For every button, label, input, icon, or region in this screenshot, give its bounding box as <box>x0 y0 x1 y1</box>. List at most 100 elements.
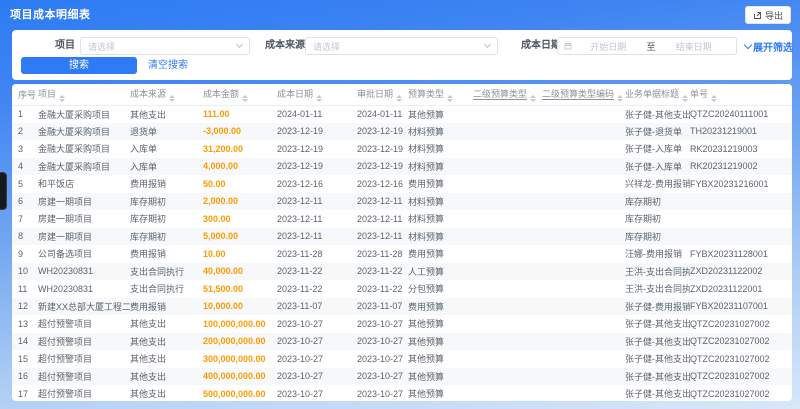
cell-sub_budget_type <box>473 140 542 158</box>
cell-amount: 400,000,000.00 <box>203 371 266 382</box>
cell-sub_budget_type <box>473 350 542 368</box>
cell-budget_type: 材料预算 <box>408 144 445 155</box>
cell-sub_budget_type <box>473 228 542 246</box>
cell-sub_budget_code <box>542 333 625 351</box>
cell-sub_budget_code <box>542 228 625 246</box>
cost-source-select-placeholder: 请选择 <box>313 41 341 52</box>
column-header-doc_no[interactable]: 单号 <box>690 84 792 106</box>
filter-panel: 项目 请选择 成本来源 请选择 成本日期 开始日期 至 结束日期 展开筛选 搜索… <box>12 30 793 80</box>
cell-approval_date: 2023-12-19 <box>357 126 404 137</box>
cell-budget_type: 其他预算 <box>408 389 445 400</box>
table-row: 8 房建一期项目 库存期初 5,000.00 2023-12-11 2023-12-11 材… <box>12 227 792 246</box>
cell-approval_date: 2023-10-27 <box>357 353 404 364</box>
cell-no: 5 <box>18 178 24 189</box>
cell-doc_title: 汪娜-费用报销 <box>625 249 682 260</box>
cell-approval_date: 2023-10-27 <box>357 371 404 382</box>
cell-amount: 500,000,000.00 <box>203 388 266 399</box>
cell-project: 超付预警项目 <box>38 336 93 347</box>
cell-project: 新建XX总部大厦工程二期 <box>38 301 130 312</box>
search-button[interactable]: 搜索 <box>21 57 137 74</box>
cell-cost_date: 2023-12-11 <box>277 231 323 242</box>
cell-approval_date: 2023-12-11 <box>357 231 403 242</box>
cell-sub_budget_code <box>542 175 625 193</box>
cost-source-select[interactable]: 请选择 <box>305 37 498 55</box>
table-row: 10 WH20230831 支出合同执行 40,000.00 2023-11-22 202… <box>12 262 792 280</box>
column-header-sub_budget_code[interactable]: 二级预算类型编码 <box>542 84 625 106</box>
sort-icon <box>59 94 66 102</box>
table-row: 16 超付预警项目 其他支出 400,000,000.00 2023-10-27 2023… <box>12 367 792 385</box>
cost-date-range-input[interactable]: 开始日期 至 结束日期 <box>557 37 737 55</box>
cell-cost_date: 2023-12-19 <box>277 143 324 154</box>
column-header-cost_date[interactable]: 成本日期 <box>277 84 357 106</box>
column-header-amount[interactable]: 成本金额 <box>203 84 277 106</box>
export-button[interactable]: 导出 <box>744 6 791 24</box>
table-row: 4 金融大厦采购项目 入库单 4,000.00 2023-12-19 2023-12-19… <box>12 157 792 176</box>
cell-no: 8 <box>18 231 24 242</box>
cell-doc_no: QTZC20231027002 <box>690 388 770 399</box>
cell-project: 房建一期项目 <box>38 196 93 207</box>
cell-source: 入库单 <box>130 161 158 172</box>
cell-doc_no: FYBX20231128001 <box>690 248 768 259</box>
cell-sub_budget_type <box>473 385 542 401</box>
drawer-handle[interactable] <box>0 172 7 210</box>
cell-no: 2 <box>18 126 24 137</box>
cell-doc_no: QTZC20231027002 <box>690 318 770 329</box>
sort-icon <box>242 94 249 102</box>
sort-icon <box>396 94 403 102</box>
sort-icon <box>316 94 323 102</box>
cell-sub_budget_code <box>542 298 625 316</box>
table-row: 5 和平饭店 费用报销 50.00 2023-12-16 2023-12-16 费用预算 兴祥… <box>12 175 792 193</box>
cell-sub_budget_type <box>473 158 542 176</box>
cell-approval_date: 2024-01-11 <box>357 109 403 119</box>
cell-sub_budget_code <box>542 280 625 298</box>
column-header-doc_title[interactable]: 业务单据标题 <box>625 84 690 106</box>
cell-doc_title: 张子健-其他支出 <box>625 389 690 400</box>
column-header-sub_budget_type[interactable]: 二级预算类型 <box>473 84 542 106</box>
column-header-project[interactable]: 项目 <box>38 84 130 106</box>
cell-amount: 51,500.00 <box>203 283 244 294</box>
cell-no: 11 <box>18 283 28 294</box>
cell-budget_type: 材料预算 <box>408 126 445 137</box>
cell-sub_budget_type <box>473 315 542 333</box>
cell-project: 房建一期项目 <box>38 214 93 225</box>
cell-doc_title: 库存期初 <box>625 214 662 225</box>
cell-doc_title: 张子健-入库单 <box>625 144 682 155</box>
cell-approval_date: 2023-11-28 <box>357 248 403 259</box>
cell-approval_date: 2023-11-22 <box>357 283 403 294</box>
cell-budget_type: 材料预算 <box>408 231 445 242</box>
cell-cost_date: 2023-10-27 <box>277 336 324 347</box>
export-icon <box>753 11 762 20</box>
column-header-source[interactable]: 成本来源 <box>130 84 203 106</box>
project-filter-label: 项目 <box>55 40 75 51</box>
expand-filters-link[interactable]: 展开筛选 <box>743 39 793 54</box>
cell-approval_date: 2023-12-16 <box>357 178 404 189</box>
cell-sub_budget_type <box>473 245 542 263</box>
cell-amount: -3,000.00 <box>203 126 242 137</box>
cell-budget_type: 材料预算 <box>408 214 445 225</box>
table-row: 11 WH20230831 支出合同执行 51,500.00 2023-11-22 202… <box>12 280 792 298</box>
cell-source: 库存期初 <box>130 231 167 242</box>
column-header-budget_type[interactable]: 预算类型 <box>408 84 473 106</box>
cell-doc_title: 张子健-其他支出 <box>625 336 690 347</box>
sort-icon <box>530 94 537 102</box>
expand-filters-label: 展开筛选 <box>753 43 793 54</box>
cell-budget_type: 费用预算 <box>408 179 445 190</box>
cell-cost_date: 2024-01-11 <box>277 109 323 119</box>
cell-doc_title: 王洪-支出合同执行 <box>625 284 690 295</box>
clear-search-link[interactable]: 清空搜索 <box>148 57 188 74</box>
cell-amount: 5,000.00 <box>203 231 239 242</box>
cell-doc_no: FYBX20231107001 <box>690 301 768 312</box>
cell-budget_type: 人工预算 <box>408 266 445 277</box>
project-select[interactable]: 请选择 <box>80 37 250 55</box>
table-row: 17 超付预警项目 其他支出 500,000,000.00 2023-10-27 2023… <box>12 385 792 401</box>
cost-source-filter-label: 成本来源 <box>265 40 305 51</box>
titlebar: 项目成本明细表 导出 <box>0 0 800 30</box>
cell-budget_type: 材料预算 <box>408 196 445 207</box>
export-label: 导出 <box>764 10 783 21</box>
column-header-approval_date[interactable]: 审批日期 <box>357 84 408 106</box>
cell-amount: 4,000.00 <box>203 161 239 172</box>
cell-source: 支出合同执行 <box>130 266 185 277</box>
cell-doc_no <box>690 228 792 246</box>
table-body: 1 金融大厦采购项目 其他支出 111.00 2024-01-11 2024-01-11 其… <box>12 105 792 401</box>
cell-sub_budget_code <box>542 385 625 401</box>
